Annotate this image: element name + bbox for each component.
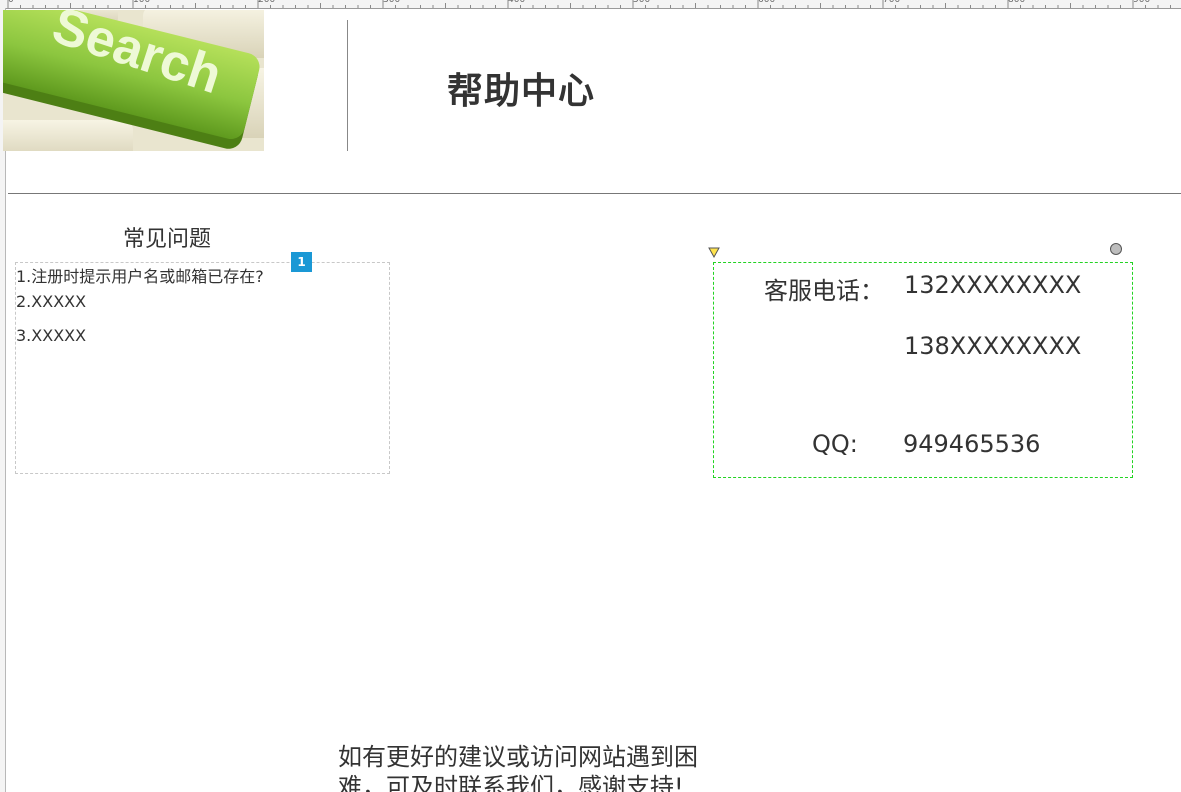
faq-item-1[interactable]: 1.注册时提示用户名或邮箱已存在? (16, 263, 264, 287)
faq-list-panel: 1.注册时提示用户名或邮箱已存在? 2.XXXXX 3.XXXXX (15, 262, 390, 474)
search-key-image: Search (3, 10, 264, 151)
ruler-label: 200 (258, 0, 276, 5)
header-vertical-divider (347, 20, 348, 151)
ruler-label: 900 (1133, 0, 1151, 5)
anchor-triangle-icon[interactable] (708, 247, 720, 258)
search-key-illustration: Search (3, 10, 264, 151)
ruler-ticks (7, 0, 1171, 8)
contact-info-panel: 客服电话： 132XXXXXXXX 138XXXXXXXX QQ: 949465… (713, 262, 1133, 478)
qq-number: 949465536 (903, 430, 1041, 458)
faq-heading: 常见问题 (123, 227, 212, 252)
phone-label: 客服电话： (764, 277, 884, 305)
top-ruler: 0 100 200 300 400 500 600 700 800 900 (0, 0, 1181, 9)
ruler-label: 100 (133, 0, 151, 5)
faq-item-3[interactable]: 3.XXXXX (16, 326, 86, 345)
qq-label: QQ: (812, 430, 858, 458)
footnote-badge[interactable]: 1 (291, 252, 312, 272)
ruler-label: 500 (633, 0, 651, 5)
ruler-label: 300 (383, 0, 401, 5)
ruler-label: 600 (758, 0, 776, 5)
phone-number-1: 132XXXXXXXX (904, 271, 1082, 299)
phone-number-2: 138XXXXXXXX (904, 332, 1082, 360)
ruler-label: 800 (1008, 0, 1026, 5)
faq-item-2[interactable]: 2.XXXXX (16, 292, 86, 311)
rotate-handle-icon[interactable] (1110, 243, 1122, 255)
design-canvas: 0 100 200 300 400 500 600 700 800 900 Se… (0, 0, 1181, 792)
page-title: 帮助中心 (447, 71, 596, 112)
ruler-label: 0 (8, 0, 14, 5)
header-horizontal-divider (8, 193, 1181, 194)
footer-message: 如有更好的建议或访问网站遇到困难，可及时联系我们，感谢支持! (338, 743, 698, 792)
ruler-label: 700 (883, 0, 901, 5)
ruler-label: 400 (508, 0, 526, 5)
